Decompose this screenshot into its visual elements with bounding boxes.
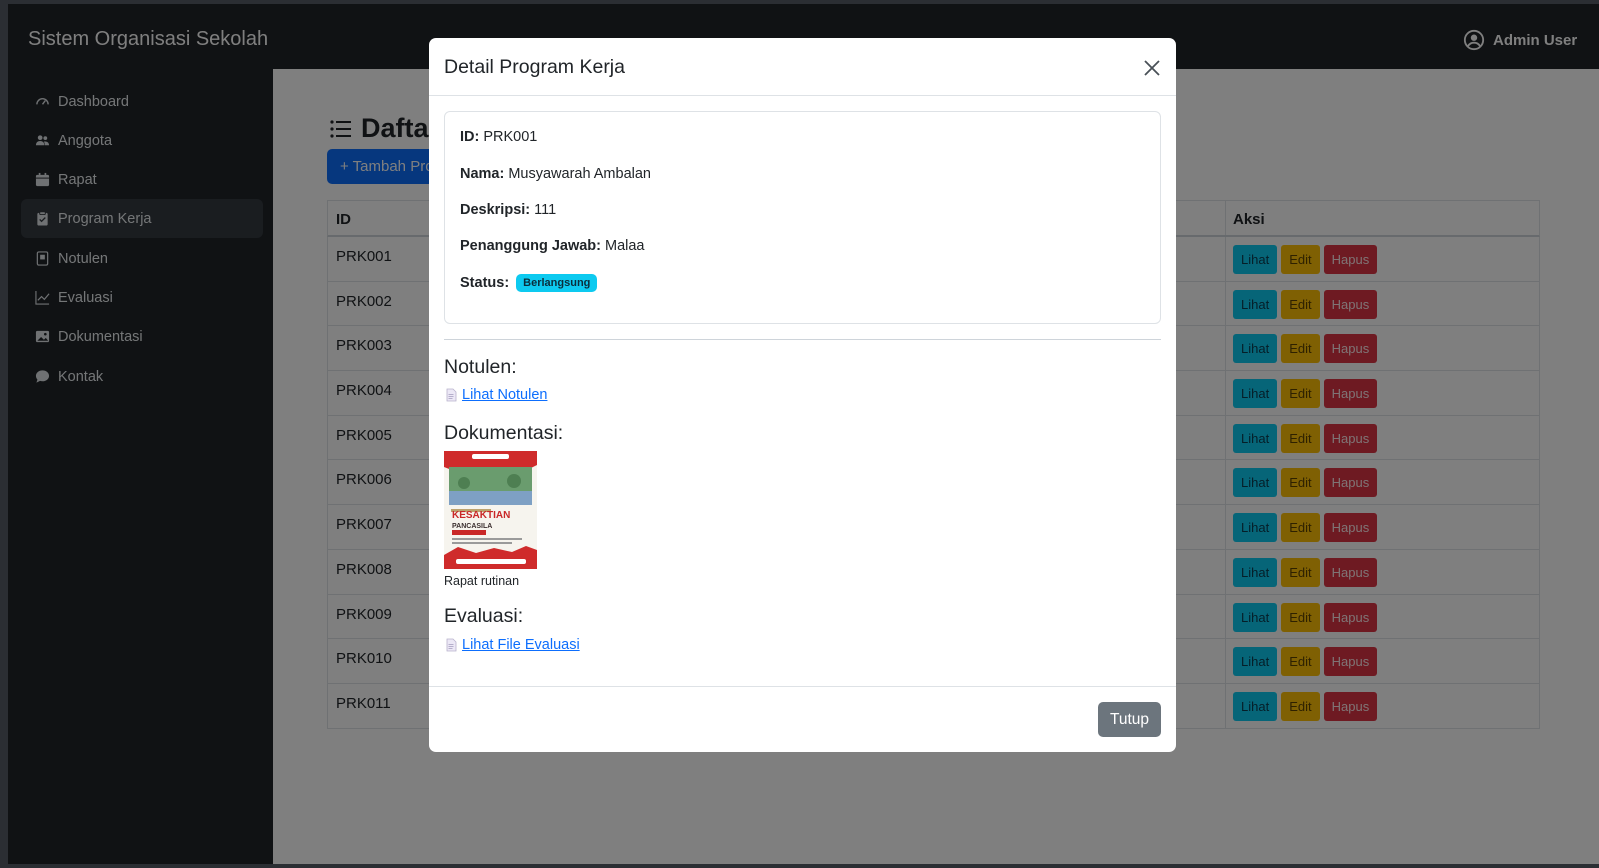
field-nama-value: Musyawarah Ambalan	[508, 166, 651, 182]
notulen-heading: Notulen:	[444, 356, 517, 378]
notulen-link-label: Lihat Notulen	[462, 387, 548, 403]
notulen-link[interactable]: Lihat Notulen	[444, 387, 547, 403]
document-icon	[446, 638, 457, 652]
field-id-label: ID:	[460, 129, 480, 145]
field-status: Status: Berlangsung	[460, 274, 598, 292]
field-deskripsi-value: 111	[534, 202, 557, 218]
evaluasi-link-label: Lihat File Evaluasi	[462, 637, 580, 653]
field-nama: Nama: Musyawarah Ambalan	[460, 166, 651, 182]
dokumentasi-caption: Rapat rutinan	[444, 574, 520, 588]
poster-title-line2: PANCASILA	[452, 523, 492, 530]
detail-modal: Detail Program Kerja ID: PRK001 Nama: Mu…	[429, 38, 1176, 752]
field-nama-label: Nama:	[460, 166, 505, 182]
dokumentasi-thumbnail[interactable]: KESAKTIAN PANCASILA	[444, 451, 537, 569]
dokumentasi-heading: Dokumentasi:	[444, 422, 564, 444]
poster-title-line1: KESAKTIAN	[452, 510, 510, 521]
status-badge: Berlangsung	[516, 274, 598, 292]
modal-header-divider	[429, 95, 1176, 96]
field-penanggung-jawab: Penanggung Jawab: Malaa	[460, 238, 645, 254]
evaluasi-link[interactable]: Lihat File Evaluasi	[444, 637, 580, 653]
field-id: ID: PRK001	[460, 129, 537, 145]
detail-card: ID: PRK001 Nama: Musyawarah Ambalan Desk…	[444, 111, 1161, 324]
poster-image: KESAKTIAN PANCASILA	[444, 451, 537, 569]
close-icon[interactable]	[1142, 58, 1162, 78]
field-id-value: PRK001	[483, 129, 538, 145]
modal-title: Detail Program Kerja	[444, 56, 625, 78]
section-divider	[444, 339, 1161, 340]
field-pj-label: Penanggung Jawab:	[460, 238, 601, 254]
field-status-label: Status:	[460, 275, 510, 291]
document-icon	[446, 388, 457, 402]
modal-footer-divider	[429, 686, 1176, 687]
field-deskripsi: Deskripsi: 111	[460, 202, 556, 218]
field-deskripsi-label: Deskripsi:	[460, 202, 531, 218]
evaluasi-heading: Evaluasi:	[444, 605, 524, 627]
field-pj-value: Malaa	[605, 238, 645, 254]
app-window: Sistem Organisasi Sekolah Admin User Das…	[8, 4, 1599, 864]
close-button[interactable]: Tutup	[1098, 702, 1161, 737]
